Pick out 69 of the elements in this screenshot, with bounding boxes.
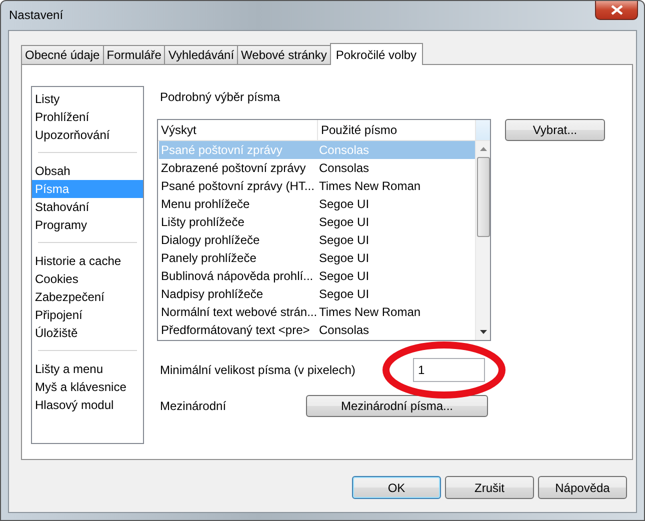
dialog-button[interactable]: Zrušit <box>445 476 534 499</box>
choose-button[interactable]: Vybrat... <box>505 119 605 141</box>
table-cell-text: Psané poštovní zprávy (HT... <box>160 178 316 195</box>
sidebar-item[interactable]: Historie a cache <box>32 252 143 270</box>
column-header[interactable]: Výskyt <box>158 120 318 140</box>
tab[interactable]: Obecné údaje <box>21 45 104 64</box>
table-cell-text: Consolas <box>318 160 370 177</box>
international-fonts-button[interactable]: Mezinárodní písma... <box>306 395 488 417</box>
table-cell-text: Times New Roman <box>318 178 422 195</box>
sidebar-item[interactable]: Prohlížení <box>32 108 143 126</box>
sidebar-item[interactable]: Hlasový modul <box>32 396 143 414</box>
table-row[interactable]: Nadpisy prohlížeče Segoe UI <box>159 285 475 303</box>
table-row[interactable]: Předformátovaný text <pre> Consolas <box>159 321 475 339</box>
table-cell-text: Consolas <box>318 142 370 159</box>
dialog-button[interactable]: OK <box>352 476 441 499</box>
table-cell-text: Psané poštovní zprávy <box>160 142 284 159</box>
sidebar-item[interactable]: Upozorňování <box>32 126 143 144</box>
table-cell-text: Dialogy prohlížeče <box>160 232 261 249</box>
sidebar-item[interactable]: Myš a klávesnice <box>32 378 143 396</box>
close-button[interactable] <box>595 1 638 20</box>
tab[interactable]: Webové stránky <box>237 45 331 64</box>
sidebar-item[interactable]: Stahování <box>32 198 143 216</box>
dialog-button[interactable]: Nápověda <box>538 476 627 499</box>
table-cell-text: Lišty prohlížeče <box>160 214 246 231</box>
table-cell-text: Segoe UI <box>318 232 370 249</box>
table-row[interactable]: Panely prohlížeče Segoe UI <box>159 249 475 267</box>
table-cell-text: Bublinová nápověda prohlí... <box>160 268 314 285</box>
scroll-up-icon[interactable] <box>480 147 486 151</box>
tab[interactable]: Vyhledávání <box>164 45 238 64</box>
table-cell-text: Předformátovaný text <pre> <box>160 322 311 339</box>
sidebar-item[interactable]: Úložiště <box>32 324 143 342</box>
table-cell-text: Normální text webové strán... <box>160 304 317 321</box>
sidebar-item[interactable]: Listy <box>32 90 143 108</box>
international-label: Mezinárodní <box>160 399 228 413</box>
table-cell-text: Nadpisy prohlížeče <box>160 286 264 303</box>
table-row[interactable]: Menu prohlížeče Segoe UI <box>159 195 475 213</box>
table-row[interactable]: Lišty prohlížeče Segoe UI <box>159 213 475 231</box>
table-cell-text: Zobrazené poštovní zprávy <box>160 160 307 177</box>
sidebar-item[interactable]: Programy <box>32 216 143 234</box>
tab[interactable]: Formuláře <box>102 45 166 64</box>
window-title: Nastavení <box>9 8 64 22</box>
table-cell-text: Segoe UI <box>318 214 370 231</box>
scroll-down-icon[interactable] <box>480 330 486 334</box>
min-size-label: Minimální velikost písma (v pixelech) <box>160 363 356 377</box>
table-cell-text: Segoe UI <box>318 250 370 267</box>
close-icon <box>610 5 622 15</box>
sidebar-item[interactable]: Cookies <box>32 270 143 288</box>
tab[interactable]: Pokročilé volby <box>330 43 423 65</box>
table-cell-text: Panely prohlížeče <box>160 250 258 267</box>
table-row[interactable]: Zobrazené poštovní zprávy Consolas <box>159 159 475 177</box>
table-row[interactable]: Psané poštovní zprávy (HT... Times New Roman <box>159 177 475 195</box>
table-cell-text: Segoe UI <box>318 196 370 213</box>
table-cell-text: Menu prohlížeče <box>160 196 251 213</box>
sidebar-item[interactable]: Připojení <box>32 306 143 324</box>
table-row[interactable]: Dialogy prohlížeče Segoe UI <box>159 231 475 249</box>
table-cell-text: Times New Roman <box>318 304 422 321</box>
min-size-field[interactable]: 1 <box>413 358 485 382</box>
table-cell-text: Segoe UI <box>318 286 370 303</box>
sidebar-item[interactable]: Lišty a menu <box>32 360 143 378</box>
sidebar-item[interactable]: Zabezpečení <box>32 288 143 306</box>
table-cell-text: Segoe UI <box>318 268 370 285</box>
section-title: Podrobný výběr písma <box>160 90 282 106</box>
table-row[interactable]: Normální text webové strán... Times New Roman <box>159 303 475 321</box>
scrollbar[interactable] <box>475 141 490 340</box>
scroll-thumb[interactable] <box>476 157 490 237</box>
table-row[interactable]: Bublinová nápověda prohlí... Segoe UI <box>159 267 475 285</box>
table-cell-text: Consolas <box>318 322 370 339</box>
header-corner <box>476 120 490 140</box>
sidebar-item[interactable]: Obsah <box>32 162 143 180</box>
